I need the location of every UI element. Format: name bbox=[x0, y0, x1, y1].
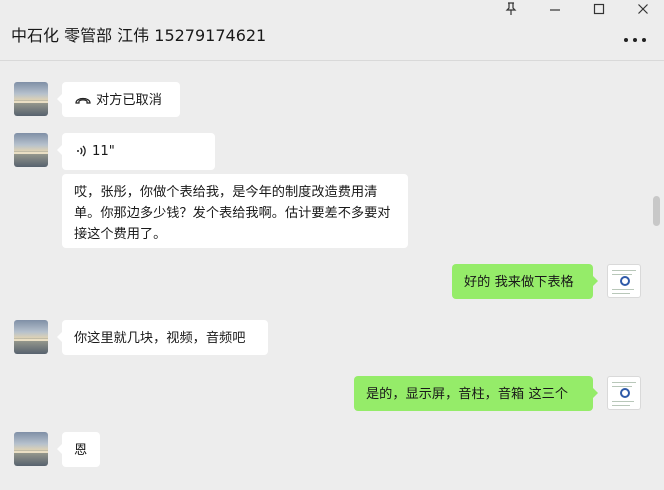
voice-message-bubble[interactable]: 11" bbox=[57, 133, 215, 170]
call-message-bubble[interactable]: 对方已取消 bbox=[57, 82, 180, 117]
message-list: 对方已取消 11" 哎，张彤，你做个表给我，是今年的制度改造费用清单。你那边多少… bbox=[0, 61, 664, 490]
hangup-icon bbox=[75, 97, 91, 104]
close-icon[interactable] bbox=[630, 0, 656, 18]
voice-duration: 11" bbox=[92, 144, 115, 159]
voice-icon bbox=[77, 145, 86, 157]
more-options-icon[interactable] bbox=[624, 31, 646, 49]
text-message-bubble[interactable]: 哎，张彤，你做个表给我，是今年的制度改造费用清单。你那边多少钱？发个表给我啊。估… bbox=[62, 174, 408, 248]
my-avatar[interactable] bbox=[607, 376, 641, 410]
message-text: 好的 我来做下表格 bbox=[464, 275, 574, 290]
contact-avatar[interactable] bbox=[14, 320, 48, 354]
message-text: 哎，张彤，你做个表给我，是今年的制度改造费用清单。你那边多少钱？发个表给我啊。估… bbox=[74, 185, 391, 242]
scrollbar-thumb[interactable] bbox=[653, 196, 660, 226]
pin-icon[interactable] bbox=[498, 0, 524, 18]
chat-header: 中石化 零管部 江伟 15279174621 bbox=[0, 0, 664, 61]
message-text: 恩 bbox=[74, 443, 88, 458]
contact-avatar[interactable] bbox=[14, 133, 48, 167]
contact-avatar[interactable] bbox=[14, 432, 48, 466]
text-message-bubble[interactable]: 你这里就几块，视频，音频吧 bbox=[57, 320, 268, 355]
chat-title: 中石化 零管部 江伟 15279174621 bbox=[11, 26, 267, 45]
call-status-text: 对方已取消 bbox=[96, 93, 162, 108]
contact-avatar[interactable] bbox=[14, 82, 48, 116]
message-text: 你这里就几块，视频，音频吧 bbox=[74, 331, 246, 346]
message-text: 是的，显示屏，音柱，音箱 这三个 bbox=[366, 387, 569, 402]
my-avatar[interactable] bbox=[607, 264, 641, 298]
minimize-icon[interactable] bbox=[542, 0, 568, 18]
sent-message-bubble[interactable]: 是的，显示屏，音柱，音箱 这三个 bbox=[354, 376, 598, 411]
text-message-bubble[interactable]: 恩 bbox=[57, 432, 100, 467]
maximize-icon[interactable] bbox=[586, 0, 612, 18]
sent-message-bubble[interactable]: 好的 我来做下表格 bbox=[452, 264, 598, 299]
